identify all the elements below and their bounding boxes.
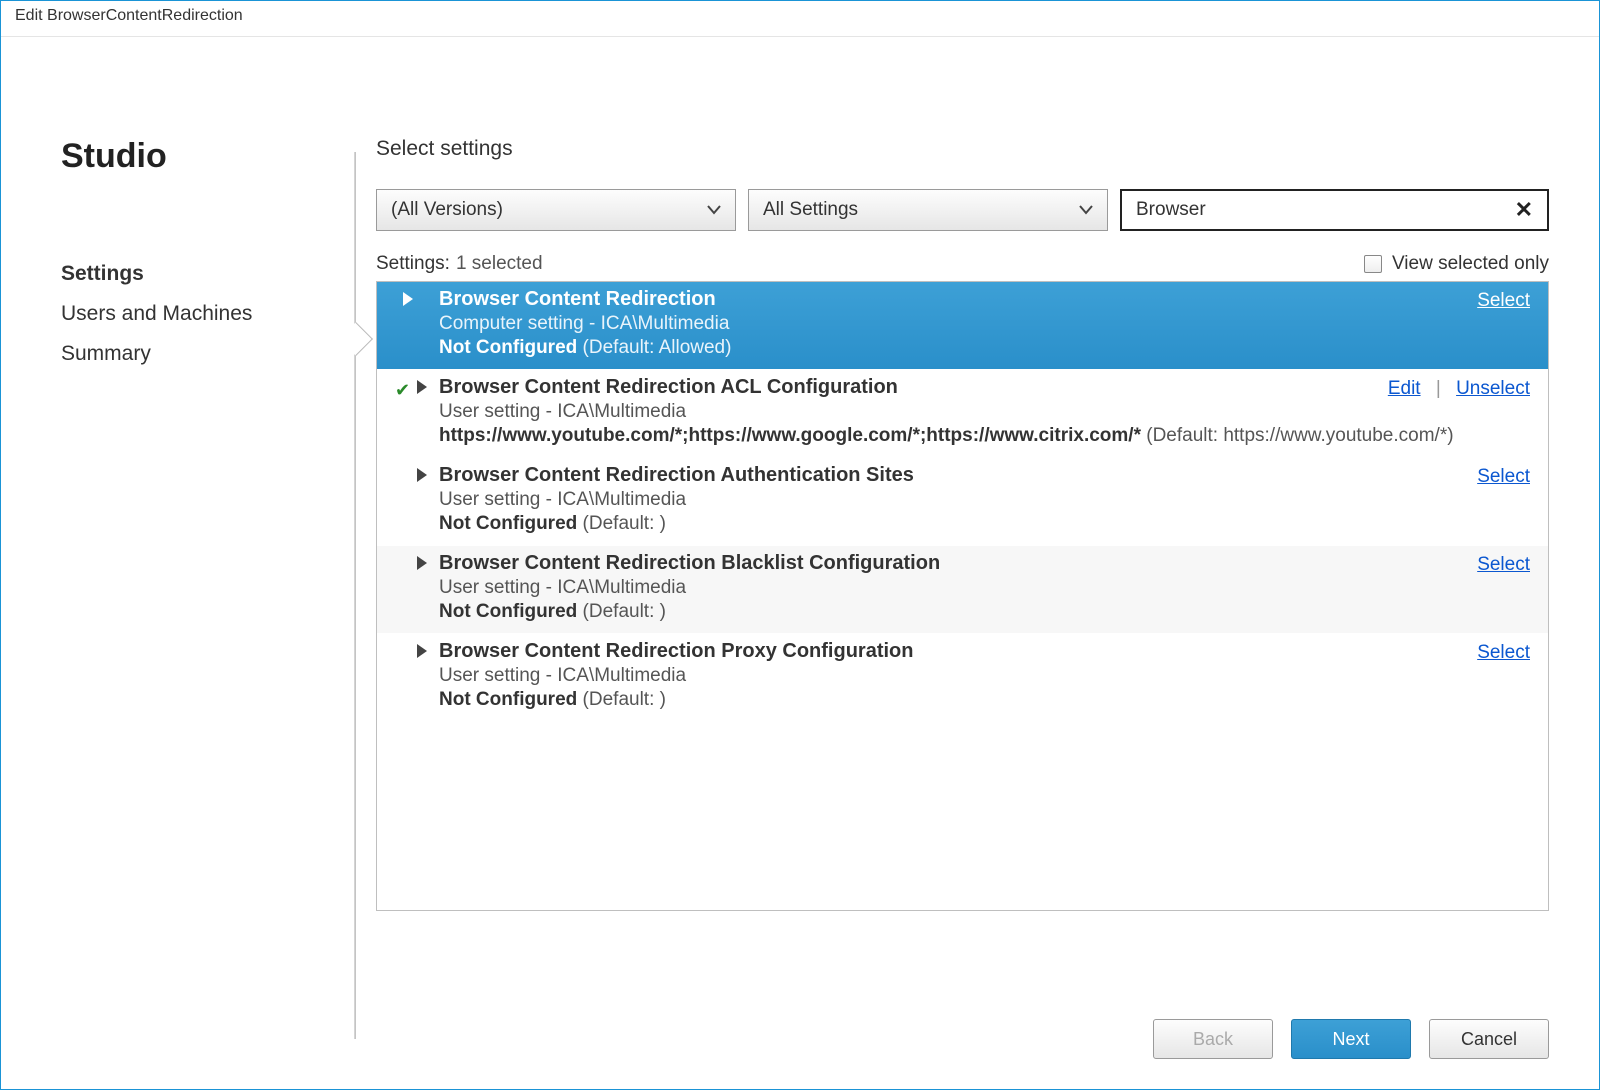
filter-row: (All Versions) All Settings ✕ (376, 189, 1549, 231)
chevron-down-icon (707, 199, 721, 221)
select-link[interactable]: Select (1477, 554, 1530, 575)
unselect-link[interactable]: Unselect (1456, 378, 1530, 399)
row-actions: Select (1477, 466, 1530, 488)
select-link[interactable]: Select (1477, 290, 1530, 311)
chevron-down-icon (1079, 199, 1093, 221)
expand-icon[interactable] (417, 380, 427, 394)
search-box[interactable]: ✕ (1120, 189, 1549, 231)
window-body: Studio Settings Users and Machines Summa… (1, 37, 1599, 1089)
main-panel: Select settings (All Versions) All Setti… (356, 37, 1599, 1089)
setting-scope: User setting - ICA\Multimedia (439, 665, 1532, 687)
setting-state: Not Configured (Default: ) (439, 689, 1532, 711)
settings-list: Browser Content Redirection Computer set… (376, 281, 1549, 911)
setting-scope: Computer setting - ICA\Multimedia (439, 313, 1532, 335)
view-selected-only-label: View selected only (1392, 253, 1549, 275)
setting-title: Browser Content Redirection ACL Configur… (439, 376, 1532, 399)
setting-scope: User setting - ICA\Multimedia (439, 489, 1532, 511)
window-title: Edit BrowserContentRedirection (1, 1, 1599, 37)
setting-state: Not Configured (Default: Allowed) (439, 337, 1532, 359)
setting-value: https://www.youtube.com/*;https://www.go… (439, 425, 1532, 447)
setting-title: Browser Content Redirection Authenticati… (439, 464, 1532, 487)
settings-count-label: Settings: (376, 253, 450, 275)
clear-search-icon[interactable]: ✕ (1511, 197, 1537, 223)
search-input[interactable] (1136, 199, 1511, 221)
versions-dropdown-value: (All Versions) (391, 199, 503, 221)
setting-state: Not Configured (Default: ) (439, 601, 1532, 623)
row-actions: Select (1477, 642, 1530, 664)
next-button[interactable]: Next (1291, 1019, 1411, 1059)
cancel-button[interactable]: Cancel (1429, 1019, 1549, 1059)
select-link[interactable]: Select (1477, 642, 1530, 663)
status-row: Settings: 1 selected View selected only (376, 253, 1549, 275)
setting-row[interactable]: ✔ Browser Content Redirection ACL Config… (377, 370, 1548, 458)
sidebar-divider (354, 152, 356, 1039)
select-link[interactable]: Select (1477, 466, 1530, 487)
back-button[interactable]: Back (1153, 1019, 1273, 1059)
setting-row[interactable]: Browser Content Redirection Authenticati… (377, 458, 1548, 546)
row-actions: Select (1477, 554, 1530, 576)
window: Edit BrowserContentRedirection Studio Se… (0, 0, 1600, 1090)
sidebar-item-summary[interactable]: Summary (61, 334, 356, 374)
setting-title: Browser Content Redirection Proxy Config… (439, 640, 1532, 663)
setting-title: Browser Content Redirection Blacklist Co… (439, 552, 1532, 575)
settings-scope-dropdown[interactable]: All Settings (748, 189, 1108, 231)
setting-scope: User setting - ICA\Multimedia (439, 401, 1532, 423)
expand-icon[interactable] (403, 292, 413, 306)
expand-icon[interactable] (417, 556, 427, 570)
checkbox-icon (1364, 255, 1382, 273)
row-actions: Select (1477, 290, 1530, 312)
view-selected-only-checkbox[interactable]: View selected only (1364, 253, 1549, 275)
setting-scope: User setting - ICA\Multimedia (439, 577, 1532, 599)
row-actions: Edit | Unselect (1388, 378, 1530, 400)
sidebar: Studio Settings Users and Machines Summa… (1, 37, 356, 1089)
section-label: Select settings (376, 137, 1549, 161)
edit-link[interactable]: Edit (1388, 378, 1421, 399)
brand-title: Studio (61, 137, 356, 176)
settings-count-value: 1 selected (456, 253, 543, 275)
versions-dropdown[interactable]: (All Versions) (376, 189, 736, 231)
action-separator: | (1436, 378, 1441, 399)
setting-row[interactable]: Browser Content Redirection Computer set… (377, 282, 1548, 370)
setting-row[interactable]: Browser Content Redirection Proxy Config… (377, 634, 1548, 722)
settings-scope-dropdown-value: All Settings (763, 199, 858, 221)
setting-state: Not Configured (Default: ) (439, 513, 1532, 535)
setting-title: Browser Content Redirection (439, 288, 1532, 311)
wizard-footer: Back Next Cancel (376, 989, 1549, 1059)
sidebar-item-settings[interactable]: Settings (61, 254, 356, 294)
sidebar-item-users-machines[interactable]: Users and Machines (61, 294, 356, 334)
check-icon: ✔ (395, 380, 410, 401)
setting-row[interactable]: Browser Content Redirection Blacklist Co… (377, 546, 1548, 634)
expand-icon[interactable] (417, 644, 427, 658)
expand-icon[interactable] (417, 468, 427, 482)
